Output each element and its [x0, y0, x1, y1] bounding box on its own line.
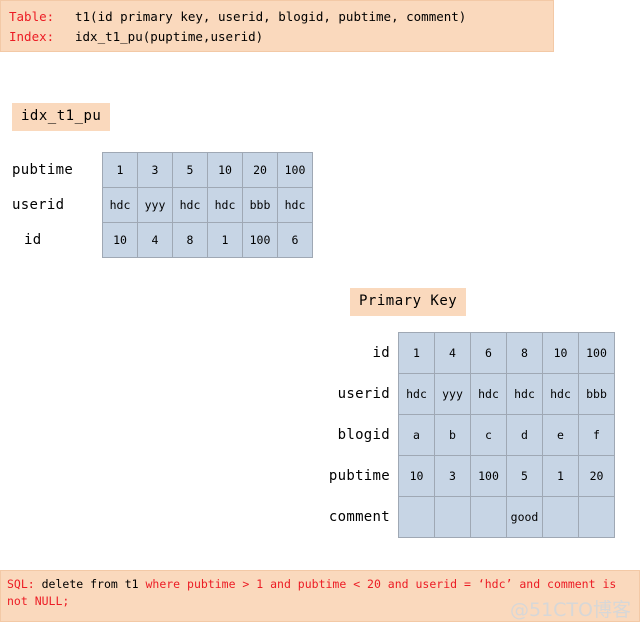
- table-row: pubtime 10 3 100 5 1 20: [318, 455, 615, 497]
- pk-cell: 5: [506, 455, 543, 497]
- pk-cell: e: [542, 414, 579, 456]
- index-grid-block: pubtime 1 3 5 10 20 100 userid hdc yyy h…: [12, 152, 313, 258]
- pk-cell: [398, 496, 435, 538]
- index-definition-row: Index: idx_t1_pu(puptime,userid): [9, 27, 553, 47]
- index-cell: hdc: [172, 187, 208, 223]
- pk-cell: 100: [470, 455, 507, 497]
- index-cell: bbb: [242, 187, 278, 223]
- pk-cell: f: [578, 414, 615, 456]
- pk-cell: [470, 496, 507, 538]
- index-cell: 100: [277, 152, 313, 188]
- index-cell: yyy: [137, 187, 173, 223]
- primary-key-table-body: id 1 4 6 8 10 100 userid hdc yyy hdc hdc…: [318, 332, 615, 538]
- pk-cell: 3: [434, 455, 471, 497]
- pk-cell: 8: [506, 332, 543, 374]
- pk-row-label-pubtime: pubtime: [328, 468, 390, 484]
- pk-row-label-id: id: [372, 345, 390, 361]
- pk-row-label-blogid: blogid: [337, 427, 390, 443]
- index-table-body: pubtime 1 3 5 10 20 100 userid hdc yyy h…: [12, 152, 313, 258]
- sql-red-fragment-1: where pubtime > 1 and pubtime < 20 and u…: [145, 577, 617, 591]
- pk-cell: 6: [470, 332, 507, 374]
- table-row: pubtime 1 3 5 10 20 100: [12, 152, 313, 188]
- table-row: userid hdc yyy hdc hdc bbb hdc: [12, 187, 313, 223]
- index-row-label-userid: userid: [12, 197, 65, 213]
- pk-cell: [434, 496, 471, 538]
- index-cell: 8: [172, 222, 208, 258]
- table-definition-text: t1(id primary key, userid, blogid, pubti…: [75, 9, 467, 24]
- pk-cell: hdc: [506, 373, 543, 415]
- table-row: id 1 4 6 8 10 100: [318, 332, 615, 374]
- table-keyword-label: Table:: [9, 9, 55, 24]
- pk-cell: hdc: [470, 373, 507, 415]
- index-row-label-pubtime: pubtime: [12, 162, 74, 178]
- pk-cell: hdc: [398, 373, 435, 415]
- pk-cell: a: [398, 414, 435, 456]
- index-cell: 6: [277, 222, 313, 258]
- index-cell: 20: [242, 152, 278, 188]
- index-cell: 10: [102, 222, 138, 258]
- schema-header-banner: Table: t1(id primary key, userid, blogid,…: [0, 0, 554, 52]
- pk-cell: d: [506, 414, 543, 456]
- index-cell: 100: [242, 222, 278, 258]
- primary-key-grid-block: id 1 4 6 8 10 100 userid hdc yyy hdc hdc…: [318, 332, 615, 538]
- table-row: blogid a b c d e f: [318, 414, 615, 456]
- index-cell: 1: [207, 222, 243, 258]
- index-cell: 1: [102, 152, 138, 188]
- site-watermark: @51CTO博客: [509, 599, 631, 621]
- index-row-label-id: id: [24, 232, 42, 248]
- pk-cell: c: [470, 414, 507, 456]
- pk-cell: hdc: [542, 373, 579, 415]
- pk-cell: [578, 496, 615, 538]
- pk-cell: 10: [398, 455, 435, 497]
- pk-cell: 1: [542, 455, 579, 497]
- index-definition-text: idx_t1_pu(puptime,userid): [75, 29, 264, 44]
- pk-cell: yyy: [434, 373, 471, 415]
- pk-row-label-userid: userid: [337, 386, 390, 402]
- table-row: id 10 4 8 1 100 6: [12, 222, 313, 258]
- table-definition-row: Table: t1(id primary key, userid, blogid,…: [9, 7, 553, 27]
- index-cell: 3: [137, 152, 173, 188]
- pk-cell: 10: [542, 332, 579, 374]
- index-cell: 10: [207, 152, 243, 188]
- pk-cell: bbb: [578, 373, 615, 415]
- table-row: userid hdc yyy hdc hdc hdc bbb: [318, 373, 615, 415]
- sql-footer-banner: SQL: delete from t1 where pubtime > 1 an…: [0, 570, 640, 622]
- index-table: pubtime 1 3 5 10 20 100 userid hdc yyy h…: [12, 152, 313, 258]
- sql-prefix-label: SQL:: [7, 577, 35, 591]
- pk-row-label-comment: comment: [328, 509, 390, 525]
- primary-key-chip: Primary Key: [350, 288, 467, 316]
- index-cell: hdc: [102, 187, 138, 223]
- primary-key-table: id 1 4 6 8 10 100 userid hdc yyy hdc hdc…: [318, 332, 615, 538]
- pk-cell: good: [506, 496, 543, 538]
- sql-plain-fragment: delete from t1: [34, 577, 146, 591]
- pk-cell: 1: [398, 332, 435, 374]
- pk-cell: 100: [578, 332, 615, 374]
- pk-cell: 20: [578, 455, 615, 497]
- index-cell: 4: [137, 222, 173, 258]
- index-name-chip: idx_t1_pu: [12, 103, 111, 131]
- table-row: comment good: [318, 496, 615, 538]
- index-cell: hdc: [277, 187, 313, 223]
- sql-statement-line-1: SQL: delete from t1 where pubtime > 1 an…: [7, 576, 639, 593]
- pk-cell: 4: [434, 332, 471, 374]
- index-cell: 5: [172, 152, 208, 188]
- pk-cell: b: [434, 414, 471, 456]
- pk-cell: [542, 496, 579, 538]
- index-keyword-label: Index:: [9, 29, 55, 44]
- index-cell: hdc: [207, 187, 243, 223]
